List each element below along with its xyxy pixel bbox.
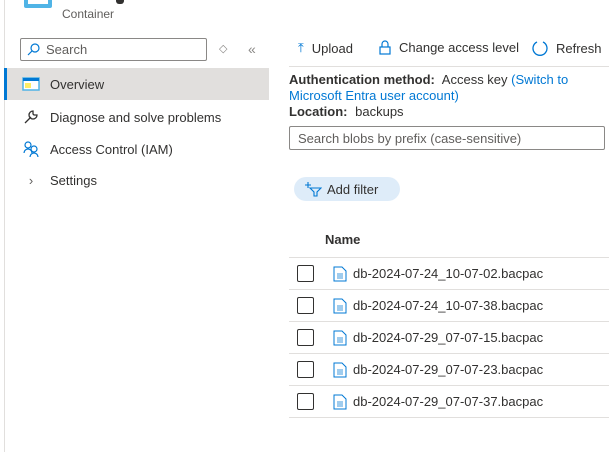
search-placeholder: Search bbox=[46, 42, 88, 57]
table-row[interactable]: db-2024-07-29_07-07-37.bacpac bbox=[289, 385, 609, 417]
location-value: backups bbox=[355, 104, 404, 119]
blob-name-link[interactable]: db-2024-07-29_07-07-15.bacpac bbox=[353, 330, 543, 345]
table-row[interactable]: db-2024-07-24_10-07-02.bacpac bbox=[289, 257, 609, 289]
sidebar-item-label: Settings bbox=[50, 172, 97, 188]
blob-name-link[interactable]: db-2024-07-29_07-07-23.bacpac bbox=[353, 362, 543, 377]
table-row[interactable]: db-2024-07-29_07-07-23.bacpac bbox=[289, 353, 609, 385]
blob-name-link[interactable]: db-2024-07-24_10-07-02.bacpac bbox=[353, 266, 543, 281]
add-filter-icon bbox=[305, 182, 322, 197]
collapse-sidebar-icon[interactable]: « bbox=[248, 41, 256, 57]
row-checkbox[interactable] bbox=[297, 329, 314, 346]
chevron-right-icon: › bbox=[28, 172, 34, 188]
blob-search-placeholder: Search blobs by prefix (case-sensitive) bbox=[298, 131, 522, 146]
file-icon bbox=[333, 394, 347, 409]
sidebar-item-access-control[interactable]: Access Control (IAM) bbox=[4, 133, 269, 165]
blob-name-link[interactable]: db-2024-07-24_10-07-38.bacpac bbox=[353, 298, 543, 313]
page-title-fragment bbox=[116, 0, 124, 4]
upload-icon: ⤒ bbox=[298, 40, 304, 55]
add-filter-button[interactable]: Add filter bbox=[294, 177, 400, 201]
resource-type: Container bbox=[62, 7, 115, 21]
sidebar-item-label: Diagnose and solve problems bbox=[50, 109, 222, 125]
sidebar-item-settings[interactable]: › Settings bbox=[4, 164, 269, 196]
overview-icon bbox=[22, 77, 40, 91]
container-icon bbox=[24, 0, 52, 8]
table-row[interactable]: db-2024-07-24_10-07-38.bacpac bbox=[289, 289, 609, 321]
row-checkbox[interactable] bbox=[297, 361, 314, 378]
file-icon bbox=[333, 298, 347, 313]
table-bottom-border bbox=[289, 417, 609, 418]
toolbar-divider bbox=[289, 66, 609, 67]
sidebar-item-label: Overview bbox=[50, 76, 105, 92]
name-column-header[interactable]: Name bbox=[325, 232, 360, 247]
change-access-level-button[interactable]: Change access level bbox=[379, 40, 519, 55]
sidebar-item-diagnose[interactable]: Diagnose and solve problems bbox=[4, 101, 269, 133]
file-icon bbox=[333, 266, 347, 281]
blob-name-link[interactable]: db-2024-07-29_07-07-37.bacpac bbox=[353, 394, 543, 409]
change-access-label: Change access level bbox=[399, 40, 519, 55]
search-icon bbox=[27, 43, 40, 56]
table-row[interactable]: db-2024-07-29_07-07-15.bacpac bbox=[289, 321, 609, 353]
file-icon bbox=[333, 330, 347, 345]
upload-label: Upload bbox=[311, 40, 353, 56]
expand-toggle-icon[interactable]: ◇ bbox=[219, 42, 227, 55]
lock-icon bbox=[379, 40, 391, 55]
refresh-icon bbox=[532, 41, 548, 56]
file-icon bbox=[333, 362, 347, 377]
refresh-button[interactable]: Refresh bbox=[531, 40, 602, 57]
row-checkbox[interactable] bbox=[297, 265, 314, 282]
sidebar-item-overview[interactable]: Overview bbox=[4, 68, 269, 100]
auth-method: Authentication method: Access key (Switc… bbox=[289, 72, 605, 104]
sidebar-search-input[interactable]: Search bbox=[20, 38, 207, 61]
auth-label: Authentication method: bbox=[289, 72, 435, 87]
row-checkbox[interactable] bbox=[297, 297, 314, 314]
wrench-icon bbox=[22, 109, 40, 125]
location: Location: backups bbox=[289, 104, 605, 120]
sidebar-item-label: Access Control (IAM) bbox=[50, 141, 173, 157]
refresh-label: Refresh bbox=[556, 41, 602, 56]
info-panel: Authentication method: Access key (Switc… bbox=[289, 72, 605, 120]
location-label: Location: bbox=[289, 104, 348, 119]
blob-search-input[interactable]: Search blobs by prefix (case-sensitive) bbox=[289, 126, 605, 150]
auth-value: Access key bbox=[441, 72, 508, 87]
people-icon bbox=[22, 141, 40, 157]
upload-button[interactable]: ⤒ Upload bbox=[298, 40, 353, 56]
add-filter-label: Add filter bbox=[327, 181, 379, 197]
row-checkbox[interactable] bbox=[297, 393, 314, 410]
